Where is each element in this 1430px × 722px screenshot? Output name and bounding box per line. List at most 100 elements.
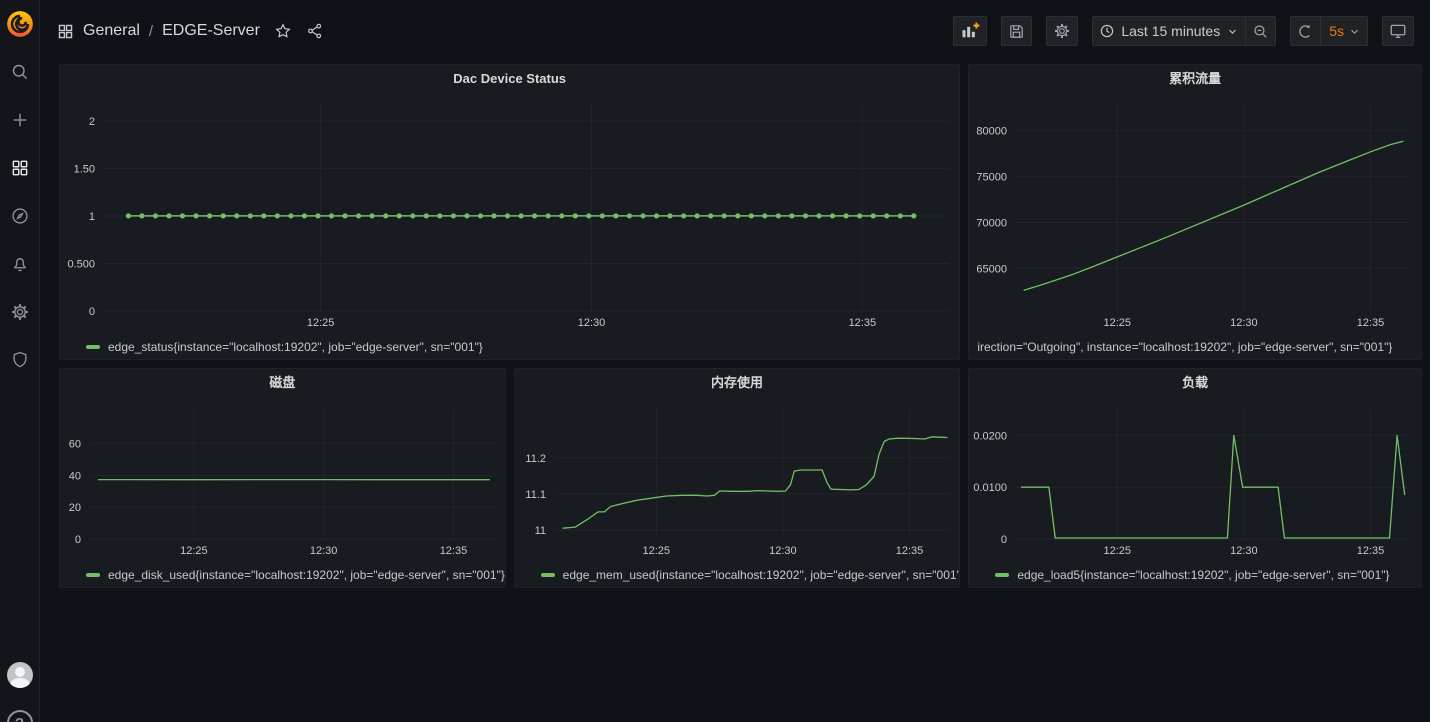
time-range-label: Last 15 minutes	[1121, 23, 1220, 39]
panel-load: 负载 0.02000.0100012:2512:3012:35 edge_loa…	[968, 368, 1422, 588]
panel-cumulative-traffic: 累积流量 8000075000700006500012:2512:3012:35…	[968, 64, 1422, 360]
breadcrumb: General / EDGE-Server	[57, 22, 260, 40]
compass-explore-icon	[10, 206, 30, 226]
svg-text:12:35: 12:35	[440, 545, 468, 557]
time-series-chart[interactable]: 604020012:2512:3012:35	[60, 397, 505, 563]
svg-text:80000: 80000	[977, 126, 1008, 138]
svg-text:12:30: 12:30	[1230, 545, 1258, 557]
svg-text:12:30: 12:30	[578, 317, 606, 329]
dashboard-topnav: General / EDGE-Server	[41, 0, 1430, 62]
svg-text:11.1: 11.1	[525, 489, 546, 501]
time-range-button[interactable]: Last 15 minutes	[1092, 16, 1246, 46]
svg-text:12:25: 12:25	[642, 545, 670, 557]
svg-text:12:30: 12:30	[769, 545, 797, 557]
sidebar-item-explore[interactable]	[0, 192, 40, 240]
refresh-button[interactable]	[1290, 16, 1321, 46]
favorite-star-button[interactable]	[274, 22, 292, 40]
svg-text:0: 0	[1001, 534, 1007, 546]
svg-text:12:25: 12:25	[180, 545, 208, 557]
legend-series-marker	[86, 345, 100, 349]
dashboards-grid-icon	[10, 158, 30, 178]
apps-grid-icon	[57, 23, 74, 40]
legend-series-label[interactable]: irection="Outgoing", instance="localhost…	[977, 340, 1392, 354]
zoom-out-button[interactable]	[1246, 16, 1276, 46]
svg-text:12:35: 12:35	[849, 317, 877, 329]
time-series-chart[interactable]: 11.211.11112:2512:3012:35	[515, 397, 960, 563]
zoom-out-icon	[1252, 23, 1269, 40]
breadcrumb-dashboard-title[interactable]: EDGE-Server	[162, 22, 260, 40]
svg-text:70000: 70000	[977, 218, 1008, 230]
legend-series-marker	[995, 573, 1009, 577]
legend-series-label[interactable]: edge_mem_used{instance="localhost:19202"…	[563, 568, 960, 582]
legend-series-marker	[541, 573, 555, 577]
svg-text:12:35: 12:35	[1357, 545, 1385, 557]
legend[interactable]: edge_disk_used{instance="localhost:19202…	[60, 563, 505, 587]
search-icon	[10, 62, 30, 82]
save-icon	[1008, 23, 1025, 40]
sidebar-item-create[interactable]	[0, 96, 40, 144]
refresh-interval-button[interactable]: 5s	[1321, 16, 1368, 46]
panel-row-2: 磁盘 604020012:2512:3012:35 edge_disk_used…	[59, 368, 1422, 588]
svg-text:0.0200: 0.0200	[974, 430, 1008, 442]
help-icon[interactable]: ?	[7, 710, 33, 722]
sidebar-item-alerting[interactable]	[0, 240, 40, 288]
bell-alerting-icon	[10, 254, 30, 274]
time-series-chart[interactable]: 0.02000.0100012:2512:3012:35	[969, 397, 1421, 563]
save-dashboard-button[interactable]	[1001, 16, 1032, 46]
grafana-logo-icon	[6, 10, 34, 38]
share-dashboard-button[interactable]	[306, 22, 324, 40]
add-panel-icon	[960, 21, 980, 41]
dashboard-grid: Dac Device Status 21.5010.500012:2512:30…	[41, 64, 1430, 588]
time-series-chart[interactable]: 21.5010.500012:2512:3012:35	[60, 93, 959, 335]
svg-text:1: 1	[89, 211, 95, 223]
panel-title[interactable]: Dac Device Status	[60, 65, 959, 93]
panel-title[interactable]: 内存使用	[515, 369, 960, 397]
sidebar-item-search[interactable]	[0, 48, 40, 96]
svg-text:12:30: 12:30	[310, 545, 338, 557]
user-avatar[interactable]	[7, 662, 33, 688]
legend-series-label[interactable]: edge_load5{instance="localhost:19202", j…	[1017, 568, 1389, 582]
legend[interactable]: irection="Outgoing", instance="localhost…	[969, 335, 1421, 359]
sidebar-item-configuration[interactable]	[0, 288, 40, 336]
side-menu: ?	[0, 0, 40, 722]
legend-series-label[interactable]: edge_status{instance="localhost:19202", …	[108, 340, 483, 354]
gear-icon	[1053, 22, 1071, 40]
breadcrumb-separator: /	[149, 23, 153, 40]
sidebar-item-server-admin[interactable]	[0, 336, 40, 384]
svg-text:75000: 75000	[977, 172, 1008, 184]
legend-series-label[interactable]: edge_disk_used{instance="localhost:19202…	[108, 568, 505, 582]
star-icon	[274, 22, 292, 40]
legend[interactable]: edge_load5{instance="localhost:19202", j…	[969, 563, 1421, 587]
dashboard-settings-button[interactable]	[1046, 16, 1078, 46]
grafana-logo[interactable]	[0, 0, 40, 48]
svg-text:60: 60	[69, 438, 81, 450]
kiosk-mode-button[interactable]	[1382, 16, 1414, 46]
sidebar-item-dashboards[interactable]	[0, 144, 40, 192]
tv-monitor-icon	[1389, 22, 1407, 40]
breadcrumb-folder[interactable]: General	[83, 22, 140, 40]
svg-text:20: 20	[69, 502, 81, 514]
shield-admin-icon	[10, 350, 30, 370]
svg-text:12:30: 12:30	[1230, 317, 1258, 329]
svg-text:12:35: 12:35	[1357, 317, 1385, 329]
refresh-interval-value: 5s	[1329, 23, 1344, 39]
svg-text:0: 0	[89, 306, 95, 318]
svg-text:12:35: 12:35	[895, 545, 923, 557]
chevron-down-icon	[1348, 25, 1361, 38]
svg-text:11: 11	[534, 525, 545, 537]
panel-title[interactable]: 累积流量	[969, 65, 1421, 93]
panel-title[interactable]: 磁盘	[60, 369, 505, 397]
add-panel-button[interactable]	[953, 16, 987, 46]
clock-icon	[1099, 23, 1115, 39]
refresh-sync-icon	[1297, 23, 1314, 40]
legend[interactable]: edge_mem_used{instance="localhost:19202"…	[515, 563, 960, 587]
legend[interactable]: edge_status{instance="localhost:19202", …	[60, 335, 959, 359]
time-series-chart[interactable]: 8000075000700006500012:2512:3012:35	[969, 93, 1421, 335]
plus-icon	[10, 110, 30, 130]
svg-text:0.0100: 0.0100	[974, 482, 1008, 494]
gear-configuration-icon	[10, 302, 30, 322]
refresh-picker-group: 5s	[1290, 16, 1368, 46]
share-icon	[306, 22, 324, 40]
legend-series-marker	[86, 573, 100, 577]
panel-title[interactable]: 负载	[969, 369, 1421, 397]
